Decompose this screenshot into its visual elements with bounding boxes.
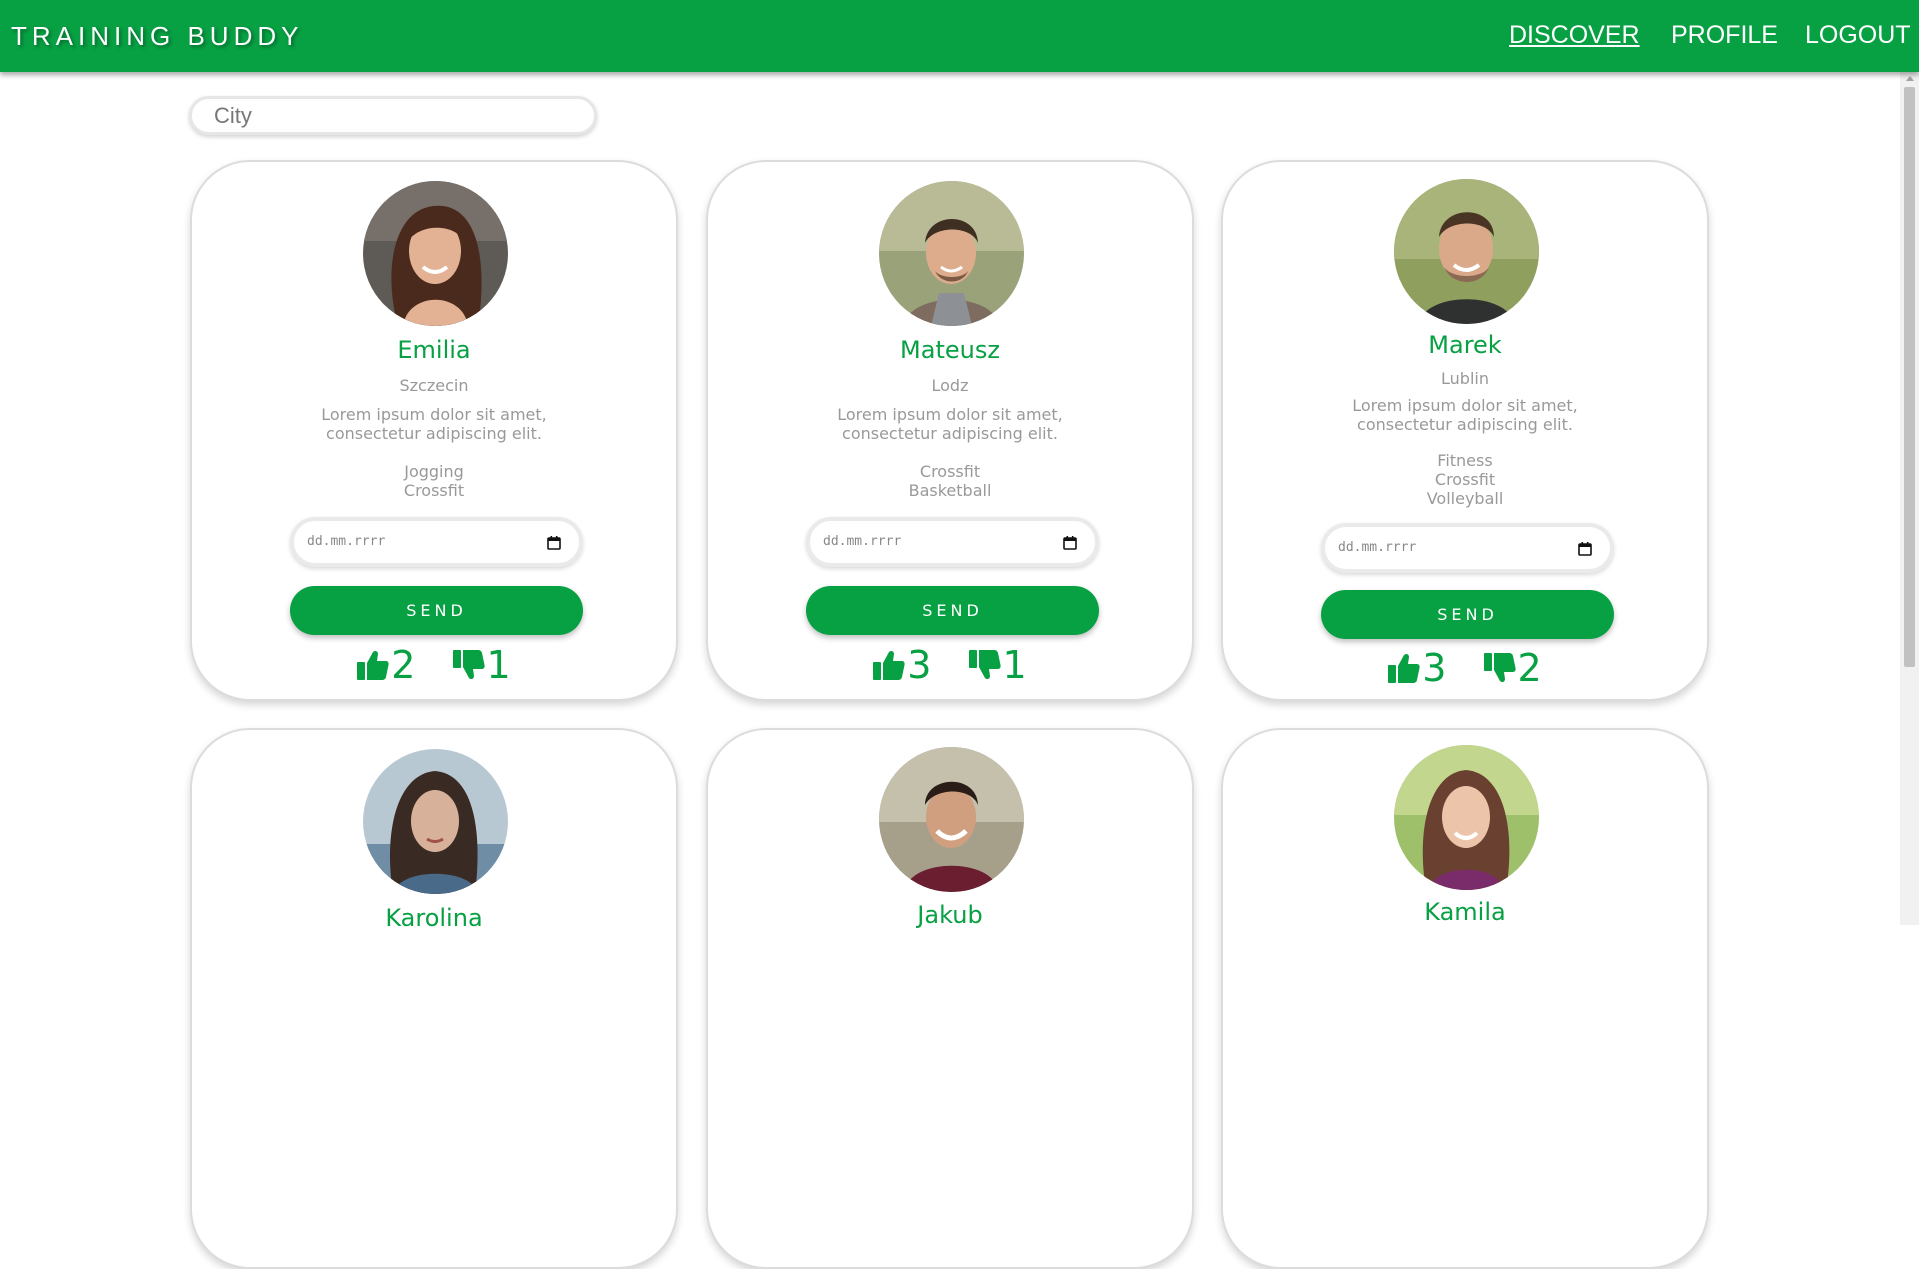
like-button[interactable]: 3 <box>873 645 931 685</box>
nav-logout-link[interactable]: LOGOUT <box>1805 21 1911 51</box>
dislikes-count: 1 <box>1002 643 1027 687</box>
buddy-card: Marek Lublin Lorem ipsum dolor sit amet,… <box>1221 160 1709 701</box>
buddy-name: Marek <box>1428 331 1502 359</box>
date-placeholder: dd.mm.rrrr <box>1338 540 1417 555</box>
buddy-name: Kamila <box>1424 898 1506 926</box>
buddy-sports-list: Crossfit Basketball <box>708 462 1192 500</box>
date-placeholder: dd.mm.rrrr <box>307 534 386 549</box>
buddy-card: Emilia Szczecin Lorem ipsum dolor sit am… <box>190 160 678 701</box>
likes-count: 2 <box>391 643 416 687</box>
buddy-city: Lodz <box>931 376 969 395</box>
sport-item: Volleyball <box>1426 489 1504 508</box>
buddy-name: Karolina <box>385 904 483 932</box>
likes-count: 3 <box>907 643 932 687</box>
avatar <box>363 749 508 894</box>
page-scrollbar[interactable] <box>1900 72 1919 925</box>
buddy-card: Mateusz Lodz Lorem ipsum dolor sit amet,… <box>706 160 1194 701</box>
buddy-card: Kamila <box>1221 728 1709 1269</box>
scrollbar-thumb[interactable] <box>1904 87 1915 667</box>
buddy-description: Lorem ipsum dolor sit amet, consectetur … <box>192 405 676 443</box>
description-line: consectetur adipiscing elit. <box>1357 415 1573 434</box>
buddy-city: Lublin <box>1441 369 1489 388</box>
dislikes-count: 1 <box>486 643 511 687</box>
nav-discover-link[interactable]: DISCOVER <box>1509 21 1640 51</box>
buddy-sports-list: Fitness Crossfit Volleyball <box>1223 451 1707 508</box>
nav-profile-link[interactable]: PROFILE <box>1671 21 1778 51</box>
like-button[interactable]: 2 <box>357 645 415 685</box>
buddy-name: Emilia <box>397 336 471 364</box>
training-date-input[interactable]: dd.mm.rrrr <box>290 517 583 567</box>
like-button[interactable]: 3 <box>1388 648 1446 688</box>
sport-item: Crossfit <box>919 462 981 481</box>
thumbs-up-icon <box>357 650 389 680</box>
calendar-icon[interactable] <box>1063 536 1077 550</box>
training-date-input[interactable]: dd.mm.rrrr <box>1321 523 1614 573</box>
date-placeholder: dd.mm.rrrr <box>823 534 902 549</box>
send-button[interactable]: SEND <box>1321 590 1614 639</box>
dislike-button[interactable]: 1 <box>453 645 511 685</box>
thumbs-up-icon <box>873 650 905 680</box>
avatar <box>1394 179 1539 324</box>
sport-item: Jogging <box>404 462 464 481</box>
description-line: Lorem ipsum dolor sit amet, <box>837 405 1063 424</box>
description-line: Lorem ipsum dolor sit amet, <box>321 405 547 424</box>
sport-item: Basketball <box>908 481 992 500</box>
description-line: consectetur adipiscing elit. <box>842 424 1058 443</box>
send-button[interactable]: SEND <box>290 586 583 635</box>
avatar <box>879 747 1024 892</box>
vote-row: 2 1 <box>192 645 676 685</box>
vote-row: 3 2 <box>1223 648 1707 688</box>
avatar <box>879 181 1024 326</box>
dislikes-count: 2 <box>1517 646 1542 690</box>
avatar <box>1394 745 1539 890</box>
buddy-name: Mateusz <box>900 336 1000 364</box>
top-navbar: TRAINING BUDDY DISCOVER PROFILE LOGOUT <box>0 0 1919 72</box>
thumbs-down-icon <box>969 650 1001 680</box>
scroll-up-arrow-icon[interactable] <box>1906 76 1914 81</box>
avatar <box>363 181 508 326</box>
description-line: consectetur adipiscing elit. <box>326 424 542 443</box>
city-search-input[interactable] <box>189 96 597 135</box>
buddy-description: Lorem ipsum dolor sit amet, consectetur … <box>708 405 1192 443</box>
thumbs-down-icon <box>453 650 485 680</box>
dislike-button[interactable]: 2 <box>1484 648 1542 688</box>
buddy-card: Jakub <box>706 728 1194 1269</box>
thumbs-down-icon <box>1484 653 1516 683</box>
sport-item: Crossfit <box>1434 470 1496 489</box>
thumbs-up-icon <box>1388 653 1420 683</box>
send-button[interactable]: SEND <box>806 586 1099 635</box>
buddy-card: Karolina <box>190 728 678 1269</box>
sport-item: Fitness <box>1437 451 1493 470</box>
buddy-description: Lorem ipsum dolor sit amet, consectetur … <box>1223 396 1707 434</box>
training-date-input[interactable]: dd.mm.rrrr <box>806 517 1099 567</box>
sport-item: Crossfit <box>403 481 465 500</box>
calendar-icon[interactable] <box>1578 542 1592 556</box>
vote-row: 3 1 <box>708 645 1192 685</box>
likes-count: 3 <box>1422 646 1447 690</box>
buddy-city: Szczecin <box>399 376 469 395</box>
calendar-icon[interactable] <box>547 536 561 550</box>
dislike-button[interactable]: 1 <box>969 645 1027 685</box>
brand-logo-text[interactable]: TRAINING BUDDY <box>11 21 303 52</box>
description-line: Lorem ipsum dolor sit amet, <box>1352 396 1578 415</box>
buddy-sports-list: Jogging Crossfit <box>192 462 676 500</box>
